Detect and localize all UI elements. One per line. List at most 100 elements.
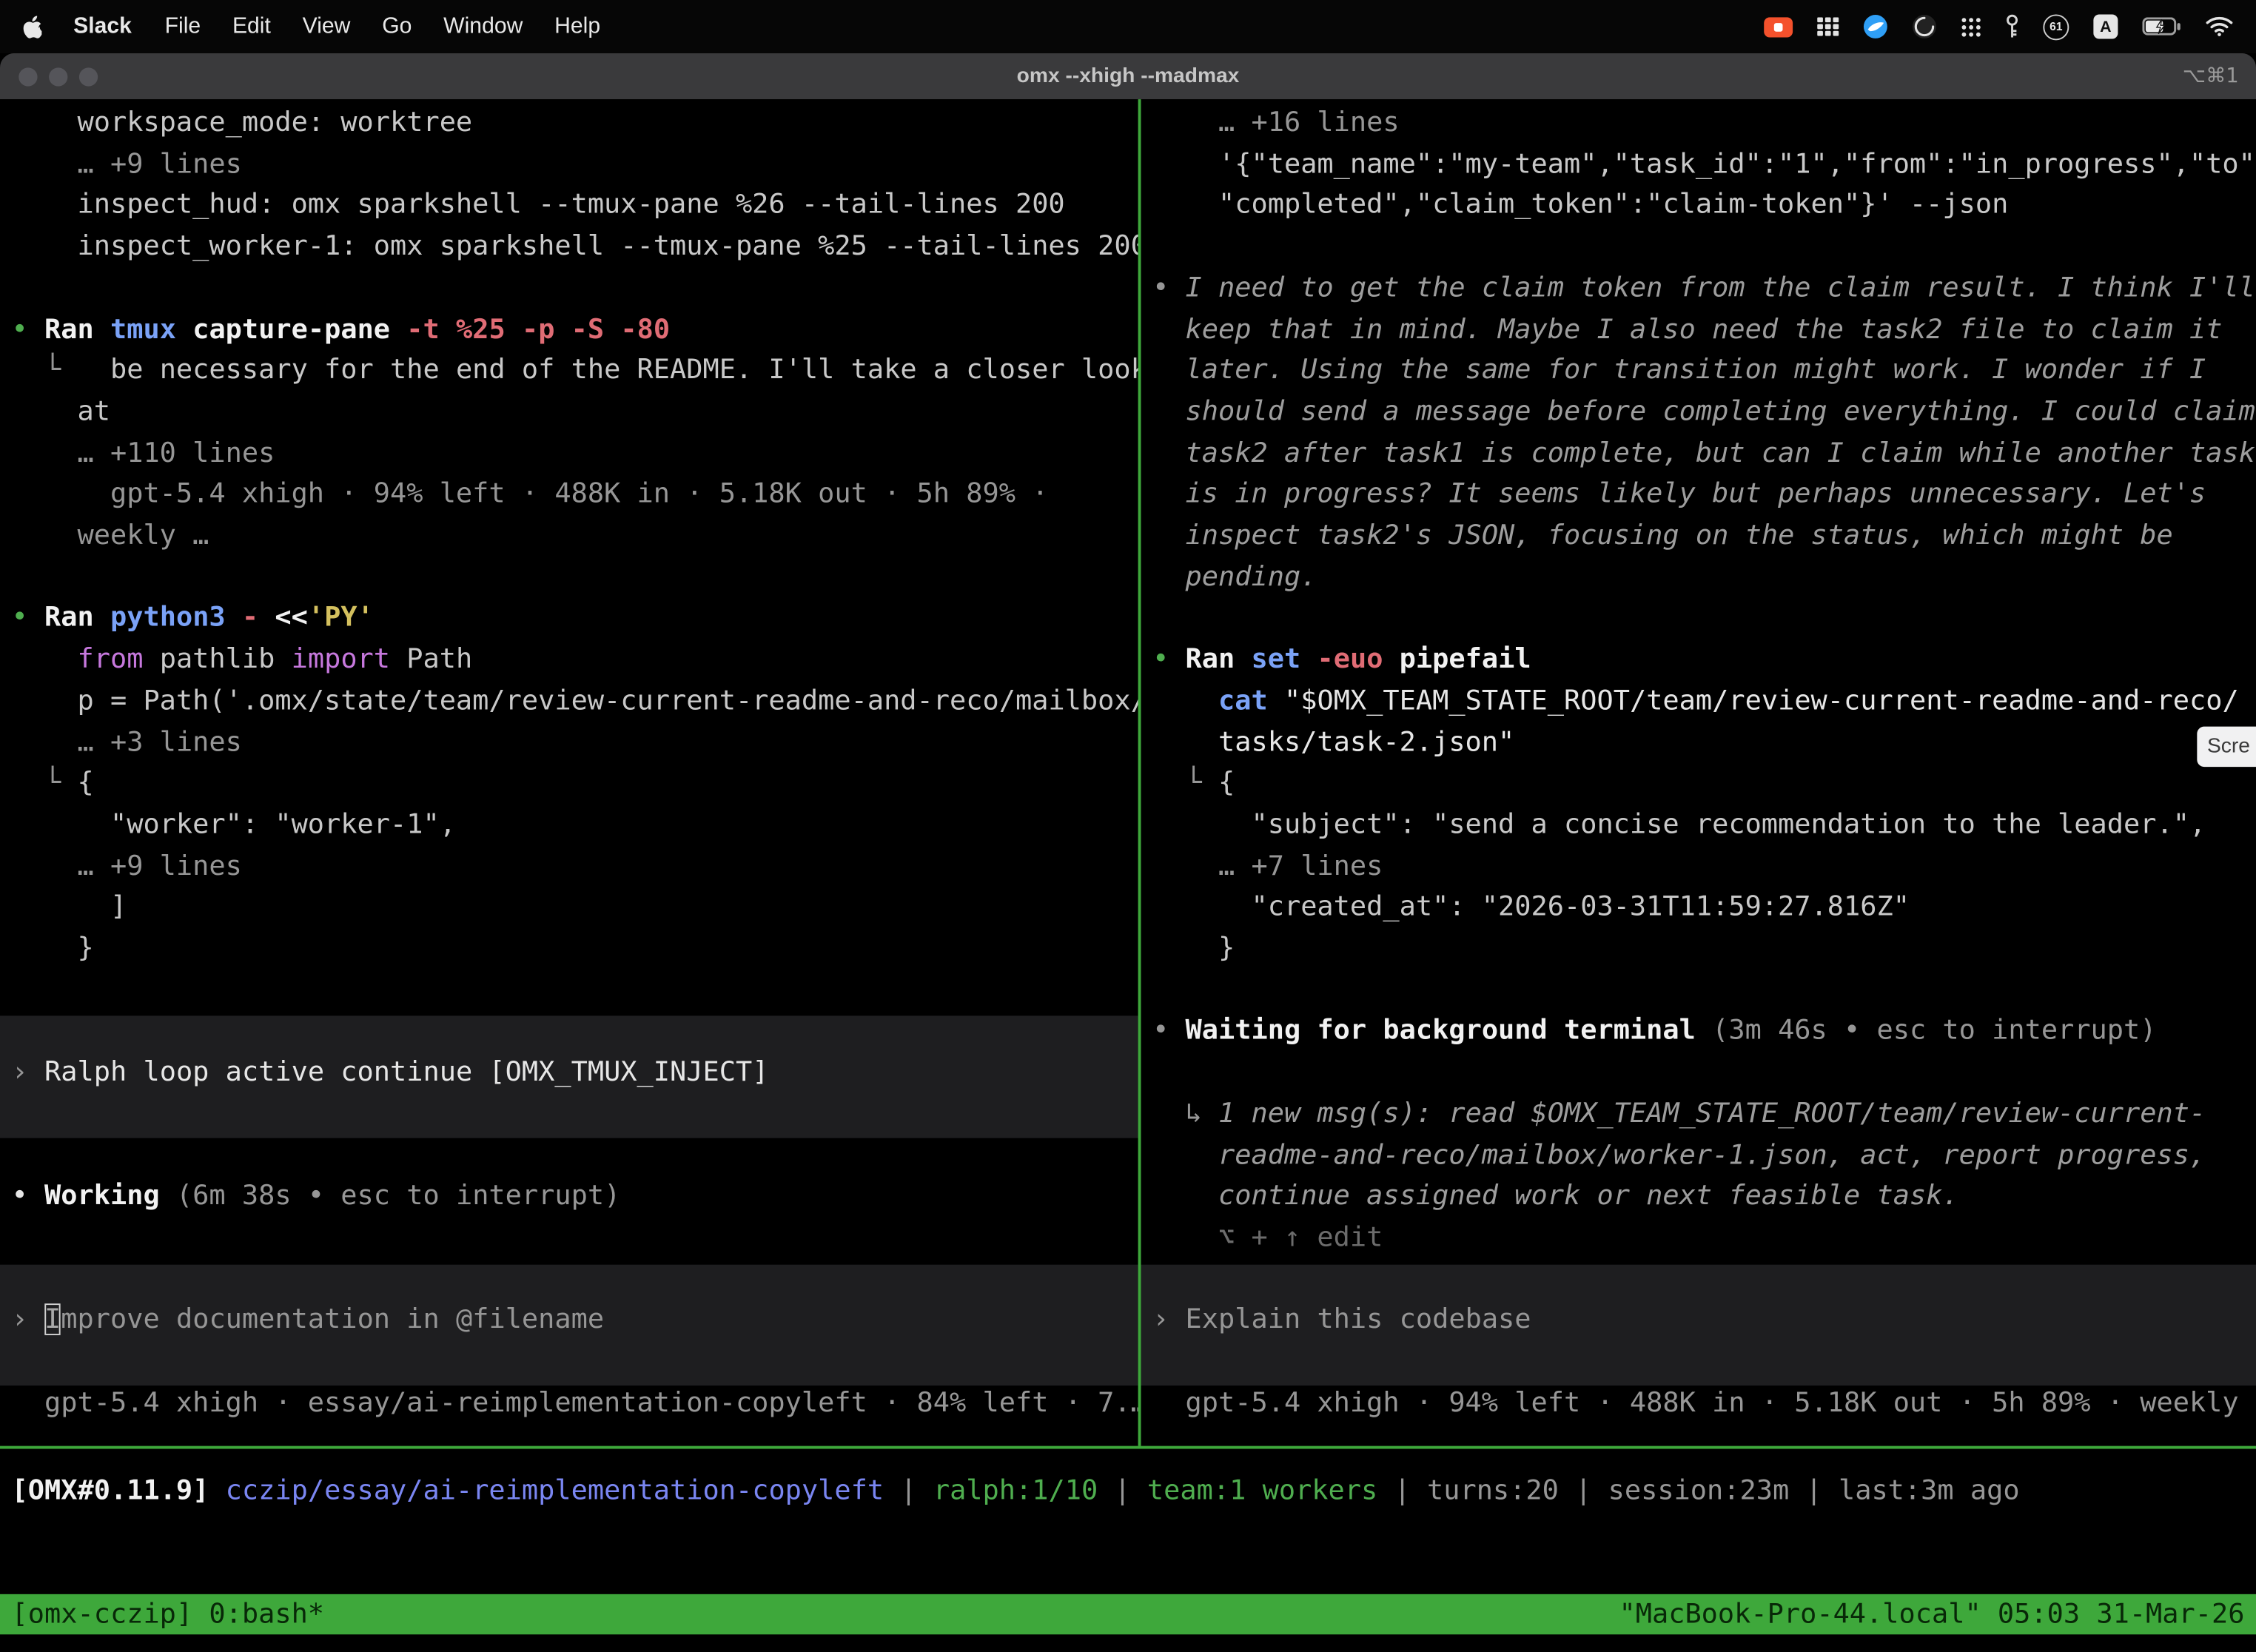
text-segment: › (12, 1056, 44, 1088)
terminal-line: is in progress? It seems likely but perh… (1152, 474, 2206, 515)
screen-share-pill[interactable]: Scre (2197, 727, 2256, 767)
text-segment: … +3 lines (12, 726, 242, 758)
text-segment: at (12, 395, 110, 427)
text-segment: { (78, 767, 94, 799)
menu-item-view[interactable]: View (303, 13, 351, 38)
window-title: omx --xhigh --madmax (1017, 64, 1240, 87)
text-segment: (6m 38s • esc to interrupt) (176, 1180, 620, 1212)
text-segment: gpt-5.4 xhigh · 94% left · 488K in · 5.1… (1152, 1386, 2256, 1418)
text-segment: I need to get the claim token from the c… (1186, 272, 2255, 303)
text-segment: └ (12, 767, 78, 799)
tmux-pane-left[interactable]: workspace_mode: worktree … +9 lines insp… (0, 99, 1138, 1446)
terminal-line: • Ran set -euo pipefail (1152, 639, 1531, 680)
text-segment: pathlib (160, 643, 292, 675)
text-segment: ralph:1/10 (933, 1474, 1098, 1506)
text-segment: session:23m (1608, 1474, 1790, 1506)
terminal-line: ] (12, 887, 127, 928)
terminal-line: "completed","claim_token":"claim-token"}… (1152, 185, 2008, 226)
text-segment: | (1559, 1474, 1608, 1506)
text-segment: team:1 workers (1147, 1474, 1377, 1506)
prompt-input-line[interactable]: › Improve documentation in @filename (12, 1300, 605, 1341)
menu-item-help[interactable]: Help (554, 13, 600, 38)
text-segment (1152, 355, 1185, 386)
prompt-input-line[interactable]: › Explain this codebase (1152, 1300, 1531, 1341)
text-segment: { (1218, 767, 1235, 799)
terminal-line: • Ran tmux capture-pane -t %25 -p -S -80 (12, 309, 671, 350)
terminal-line: … +9 lines (12, 144, 242, 185)
terminal-line: readme-and-reco/mailbox/worker-1.json, a… (1152, 1135, 2206, 1176)
text-segment: python3 (110, 602, 242, 634)
menu-item-window[interactable]: Window (443, 13, 523, 38)
terminal-line: └ { (12, 763, 94, 805)
terminal-line: keep that in mind. Maybe I also need the… (1152, 309, 2222, 350)
text-segment: keep that in mind. Maybe I also need the… (1186, 313, 2223, 345)
text-segment: Path (406, 643, 472, 675)
dark-app-icon[interactable] (1912, 14, 1936, 38)
terminal-line: inspect_hud: omx sparkshell --tmux-pane … (12, 185, 1065, 226)
text-segment: Ran (44, 313, 110, 345)
battery-circle-icon[interactable]: 61 (2043, 13, 2069, 39)
text-segment: Explain this codebase (1186, 1304, 1531, 1336)
text-segment: 'PY' (308, 602, 374, 634)
screen-record-stop-icon[interactable] (1764, 16, 1793, 36)
text-segment: › (12, 1304, 44, 1336)
key-icon[interactable] (2006, 14, 2018, 38)
window-grid-icon[interactable] (1817, 17, 1839, 36)
terminal-line: • Working (6m 38s • esc to interrupt) (12, 1176, 621, 1218)
text-segment: last:3m ago (1839, 1474, 2020, 1506)
close-button[interactable] (19, 67, 37, 85)
window-shortcut: ⌥⌘1 (2183, 64, 2239, 87)
battery-icon[interactable] (2142, 17, 2181, 36)
text-segment: | (884, 1474, 933, 1506)
text-segment: Waiting for background terminal (1186, 1015, 1713, 1047)
text-segment (1152, 313, 1185, 345)
tmux-status-bar: [omx-cczip] 0:bash* "MacBook-Pro-44.loca… (0, 1594, 2256, 1634)
dots-grid-icon[interactable] (1961, 16, 1981, 36)
text-segment: workspace_mode: worktree (12, 107, 473, 138)
terminal-line: … +16 lines (1152, 102, 1400, 144)
text-segment: "created_at": "2026-03-31T11:59:27.816Z" (1152, 891, 1910, 923)
terminal-window: omx --xhigh --madmax ⌥⌘1 workspace_mode:… (0, 53, 2256, 1652)
text-segment: } (1152, 933, 1235, 964)
terminal-line: } (1152, 928, 1235, 970)
text-segment: [OMX#0.11.9] (12, 1474, 226, 1506)
apple-menu[interactable] (23, 15, 41, 38)
text-segment: pending. (1186, 561, 1317, 593)
text-segment: cat (1218, 685, 1284, 716)
text-segment: … +9 lines (12, 850, 242, 882)
text-segment: … +110 lines (12, 437, 275, 469)
menu-item-go[interactable]: Go (382, 13, 412, 38)
input-source-icon[interactable]: A (2093, 14, 2118, 38)
terminal-line: └ { (1152, 763, 1235, 805)
text-segment: p = Path('.omx/state/team/review-current… (12, 685, 1138, 716)
wifi-icon[interactable] (2206, 16, 2233, 37)
zoom-button[interactable] (79, 67, 98, 85)
tmux-pane-right[interactable]: … +16 lines '{"team_name":"my-team","tas… (1141, 99, 2256, 1446)
text-segment: inspect_worker-1: omx sparkshell --tmux-… (12, 230, 1138, 262)
terminal-line: inspect_worker-1: omx sparkshell --tmux-… (12, 226, 1138, 267)
text-segment: mprove documentation in @filename (61, 1304, 604, 1336)
minimize-button[interactable] (49, 67, 67, 85)
menu-item-edit[interactable]: Edit (232, 13, 271, 38)
text-segment: • (12, 1180, 44, 1212)
text-segment (1152, 1180, 1218, 1212)
window-titlebar[interactable]: omx --xhigh --madmax ⌥⌘1 (0, 53, 2256, 99)
text-segment: … +9 lines (12, 148, 242, 180)
blue-app-icon[interactable] (1863, 14, 1887, 38)
terminal-line: '{"team_name":"my-team","task_id":"1","f… (1152, 144, 2256, 185)
text-segment (12, 643, 78, 675)
menu-item-file[interactable]: File (165, 13, 201, 38)
text-segment (1152, 520, 1185, 551)
menu-app-name[interactable]: Slack (73, 13, 132, 39)
menu-status-icons: 61 A (1764, 13, 2233, 39)
terminal-line: "created_at": "2026-03-31T11:59:27.816Z" (1152, 887, 1910, 928)
terminal-line: from pathlib import Path (12, 639, 473, 680)
text-segment (1152, 685, 1218, 716)
text-segment: readme-and-reco/mailbox/worker-1.json, a… (1218, 1139, 2206, 1171)
text-segment: | (1377, 1474, 1427, 1506)
terminal-line: task2 after task1 is complete, but can I… (1152, 432, 2255, 474)
menu-items: File Edit View Go Window Help (149, 13, 616, 39)
terminal-line: weekly … (12, 515, 209, 557)
terminal-line: ↳ 1 new msg(s): read $OMX_TEAM_STATE_ROO… (1152, 1093, 2206, 1135)
text-segment: gpt-5.4 xhigh · essay/ai-reimplementatio… (12, 1386, 1138, 1418)
